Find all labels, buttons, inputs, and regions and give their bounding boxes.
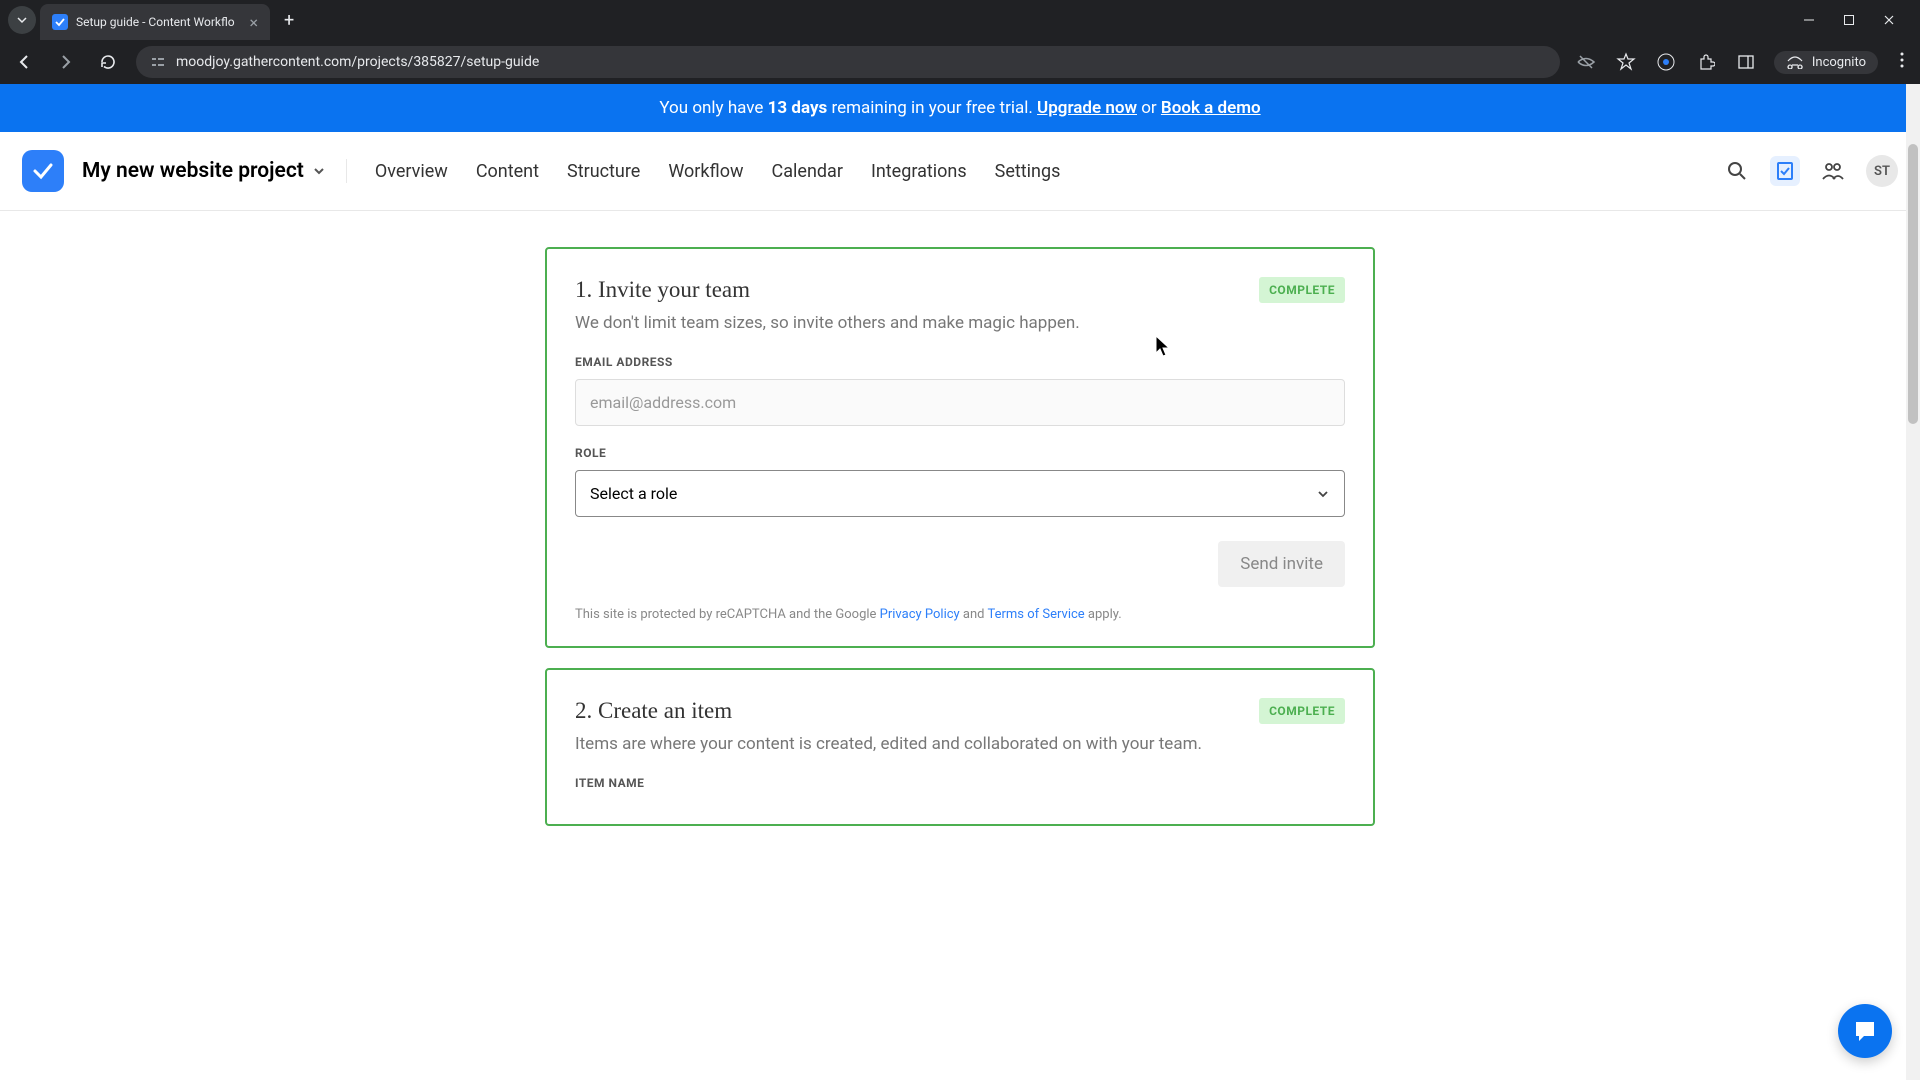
incognito-badge[interactable]: Incognito <box>1774 51 1878 74</box>
scrollbar-thumb[interactable] <box>1908 144 1918 424</box>
tab-bar: Setup guide - Content Workflo × + <box>0 0 1920 40</box>
nav-workflow[interactable]: Workflow <box>668 161 743 182</box>
new-tab-button[interactable]: + <box>274 6 304 35</box>
role-label: ROLE <box>575 446 1345 460</box>
people-icon[interactable] <box>1818 156 1848 186</box>
book-demo-link[interactable]: Book a demo <box>1161 98 1261 118</box>
incognito-icon <box>1786 55 1804 69</box>
complete-badge: COMPLETE <box>1259 277 1345 303</box>
side-panel-icon[interactable] <box>1734 50 1758 74</box>
extensions-icon[interactable] <box>1694 50 1718 74</box>
chevron-down-icon <box>1316 487 1330 501</box>
tab-search-dropdown[interactable] <box>8 6 36 34</box>
tab-close-icon[interactable]: × <box>249 13 258 32</box>
role-select-value: Select a role <box>590 484 677 503</box>
search-icon[interactable] <box>1722 156 1752 186</box>
nav-content[interactable]: Content <box>476 161 539 182</box>
card1-subtitle: We don't limit team sizes, so invite oth… <box>575 313 1080 333</box>
role-select[interactable]: Select a role <box>575 470 1345 517</box>
terms-of-service-link[interactable]: Terms of Service <box>987 607 1084 622</box>
tab-title: Setup guide - Content Workflo <box>76 15 241 29</box>
card2-title: 2. Create an item <box>575 698 1202 724</box>
window-close[interactable] <box>1880 11 1898 30</box>
project-name: My new website project <box>82 159 304 183</box>
address-bar: moodjoy.gathercontent.com/projects/38582… <box>0 40 1920 84</box>
browser-menu-icon[interactable] <box>1894 52 1910 72</box>
chat-launcher[interactable] <box>1838 1004 1892 1058</box>
tab-favicon <box>52 14 68 30</box>
url-field[interactable]: moodjoy.gathercontent.com/projects/38582… <box>136 46 1560 78</box>
card1-title: 1. Invite your team <box>575 277 1080 303</box>
privacy-policy-link[interactable]: Privacy Policy <box>880 607 960 622</box>
upgrade-now-link[interactable]: Upgrade now <box>1037 98 1137 118</box>
nav-overview[interactable]: Overview <box>375 161 448 182</box>
bookmark-star-icon[interactable] <box>1614 50 1638 74</box>
chevron-down-icon <box>312 164 326 178</box>
nav-calendar[interactable]: Calendar <box>772 161 843 182</box>
tasks-icon[interactable] <box>1770 156 1800 186</box>
app-logo[interactable] <box>22 150 64 192</box>
user-avatar[interactable]: ST <box>1866 155 1898 187</box>
eye-off-icon[interactable] <box>1574 50 1598 74</box>
scrollbar-track[interactable] <box>1906 84 1920 1080</box>
email-label: EMAIL ADDRESS <box>575 355 1345 369</box>
main-nav: Overview Content Structure Workflow Cale… <box>375 161 1061 182</box>
site-settings-icon <box>150 54 166 70</box>
item-name-label: ITEM NAME <box>575 776 1345 790</box>
nav-integrations[interactable]: Integrations <box>871 161 967 182</box>
back-button[interactable] <box>10 48 38 76</box>
card-create-item: 2. Create an item Items are where your c… <box>545 668 1375 826</box>
project-switcher[interactable]: My new website project <box>82 159 347 183</box>
complete-badge: COMPLETE <box>1259 698 1345 724</box>
email-input[interactable] <box>575 379 1345 426</box>
card-invite-team: 1. Invite your team We don't limit team … <box>545 247 1375 648</box>
trial-banner: You only have 13 days remaining in your … <box>0 84 1920 132</box>
window-maximize[interactable] <box>1840 11 1858 30</box>
profile-indicator-icon[interactable] <box>1654 50 1678 74</box>
incognito-label: Incognito <box>1812 55 1866 70</box>
recaptcha-note: This site is protected by reCAPTCHA and … <box>575 607 1345 622</box>
nav-settings[interactable]: Settings <box>995 161 1061 182</box>
reload-button[interactable] <box>94 48 122 76</box>
app-header: My new website project Overview Content … <box>0 132 1920 211</box>
send-invite-button[interactable]: Send invite <box>1218 541 1345 587</box>
url-text: moodjoy.gathercontent.com/projects/38582… <box>176 54 539 70</box>
nav-structure[interactable]: Structure <box>567 161 640 182</box>
card2-subtitle: Items are where your content is created,… <box>575 734 1202 754</box>
forward-button[interactable] <box>52 48 80 76</box>
window-minimize[interactable] <box>1800 11 1818 30</box>
browser-tab[interactable]: Setup guide - Content Workflo × <box>40 4 270 40</box>
trial-days: 13 days <box>768 98 828 118</box>
